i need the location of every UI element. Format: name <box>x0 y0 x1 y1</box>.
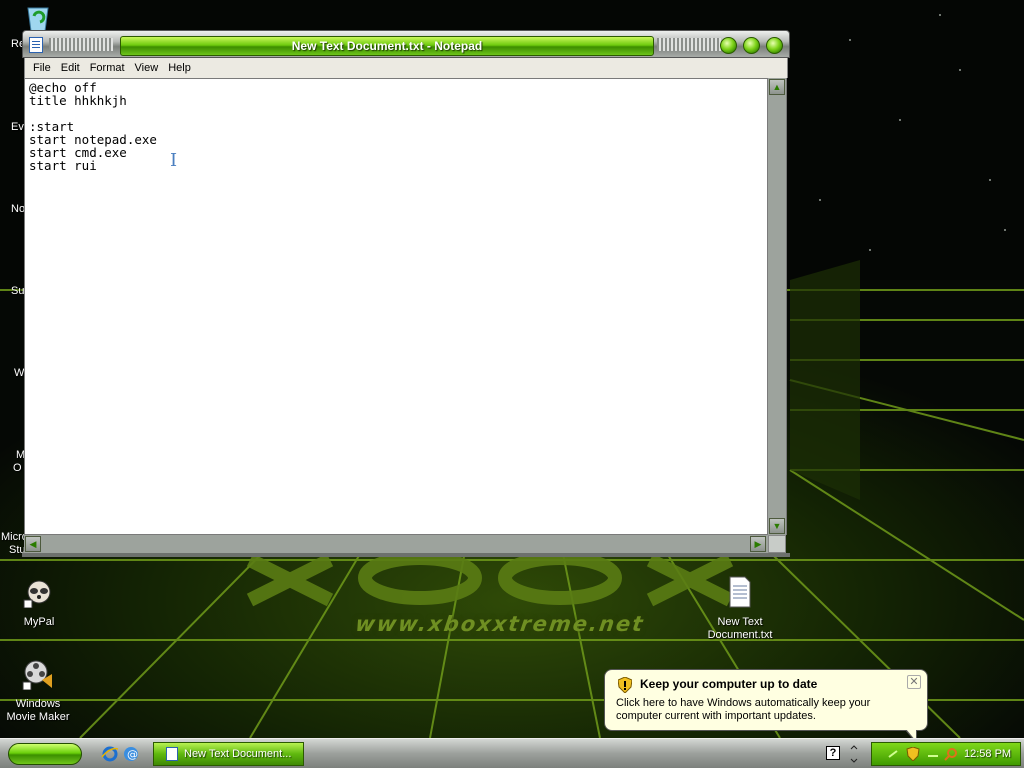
menu-view[interactable]: View <box>130 58 164 78</box>
desktop-icon-label: MyPal <box>23 616 55 628</box>
minimize-tray-icon[interactable] <box>926 747 940 761</box>
document-text: @echo off title hhkhkjh :start start not… <box>29 80 157 173</box>
notepad-taskbar-icon <box>166 747 178 761</box>
text-cursor-ibeam-icon: I <box>170 150 178 171</box>
maximize-button[interactable] <box>743 37 760 54</box>
taskbar-button-label: New Text Document... <box>184 748 292 760</box>
security-alert-tray-icon[interactable] <box>906 747 920 761</box>
network-tray-icon[interactable] <box>886 747 900 761</box>
desktop-icon-movie-maker[interactable]: Windows Movie Maker <box>0 658 76 724</box>
scroll-right-arrow-icon[interactable]: ▶ <box>750 536 766 552</box>
wallpaper-url-text: www.xboxxtreme.net <box>353 612 647 636</box>
title-bar-grip-right <box>657 38 721 51</box>
film-reel-icon <box>22 660 52 691</box>
balloon-title: Keep your computer up to date <box>640 677 818 691</box>
svg-text:@: @ <box>127 748 138 761</box>
scroll-down-arrow-icon[interactable]: ▼ <box>769 518 785 534</box>
desktop-icon-label: New Text Document.txt <box>707 616 773 641</box>
search-tray-icon[interactable] <box>944 747 958 761</box>
menu-help[interactable]: Help <box>163 58 196 78</box>
security-shield-icon <box>618 677 632 693</box>
horizontal-scrollbar[interactable]: ◀ ▶ <box>24 535 768 553</box>
system-tray: 12:58 PM <box>871 742 1021 766</box>
update-notification-balloon[interactable]: Keep your computer up to date ✕ Click he… <box>604 669 928 744</box>
notepad-window: New Text Document.txt - Notepad File Edit… <box>22 30 790 557</box>
text-editor-area[interactable]: @echo off title hhkhkjh :start start not… <box>24 78 768 535</box>
taskbar-clock[interactable]: 12:58 PM <box>964 743 1011 765</box>
notepad-app-icon[interactable] <box>29 37 43 53</box>
start-button[interactable] <box>8 743 82 765</box>
scroll-left-arrow-icon[interactable]: ◀ <box>25 536 41 552</box>
menu-bar: File Edit Format View Help <box>24 58 788 78</box>
window-bottom-border <box>22 553 790 557</box>
window-title: New Text Document.txt - Notepad <box>120 36 654 56</box>
desktop-icon-mypal[interactable]: MyPal <box>10 576 68 629</box>
close-button[interactable] <box>766 37 783 54</box>
minimize-button[interactable] <box>720 37 737 54</box>
taskbar: @ New Text Document... ? 12:58 PM <box>0 738 1024 768</box>
resize-grip[interactable] <box>768 535 786 553</box>
recycle-bin-icon[interactable] <box>24 2 52 32</box>
menu-format[interactable]: Format <box>85 58 130 78</box>
balloon-close-icon[interactable]: ✕ <box>907 675 921 689</box>
menu-file[interactable]: File <box>28 58 56 78</box>
scroll-up-arrow-icon[interactable]: ▲ <box>769 79 785 95</box>
help-question-icon[interactable]: ? <box>826 746 840 760</box>
balloon-message: Click here to have Windows automatically… <box>616 697 871 722</box>
internet-explorer-icon[interactable] <box>101 745 119 763</box>
title-bar-grip-left <box>49 38 113 51</box>
tray-expand-chevron-icon[interactable] <box>850 745 858 763</box>
title-bar[interactable]: New Text Document.txt - Notepad <box>22 30 790 58</box>
desktop-icon-new-text-document[interactable]: New Text Document.txt <box>703 576 777 642</box>
mypal-raccoon-icon <box>23 580 51 609</box>
taskbar-button-notepad[interactable]: New Text Document... <box>153 742 304 766</box>
outlook-express-icon[interactable]: @ <box>122 745 140 763</box>
desktop-icon-label: Windows Movie Maker <box>6 698 70 723</box>
menu-edit[interactable]: Edit <box>56 58 85 78</box>
vertical-scrollbar[interactable]: ▲ ▼ <box>768 78 787 535</box>
desktop-label-clipped-7[interactable]: O <box>13 462 22 474</box>
text-document-icon <box>729 576 751 608</box>
